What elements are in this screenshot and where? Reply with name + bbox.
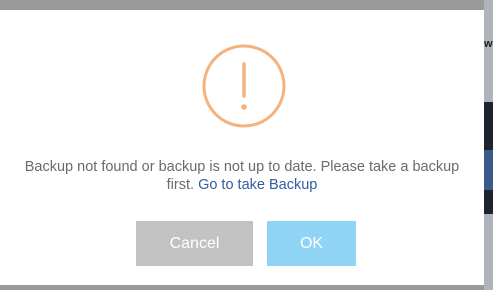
alert-dialog: Backup not found or backup is not up to …	[0, 10, 484, 285]
go-to-backup-link[interactable]: Go to take Backup	[198, 177, 317, 193]
exclamation-circle-icon	[202, 44, 286, 128]
cancel-button[interactable]: Cancel	[136, 221, 253, 266]
dialog-message: Backup not found or backup is not up to …	[20, 158, 464, 194]
ok-button[interactable]: OK	[267, 221, 356, 266]
background-text-fragment: w	[484, 38, 493, 50]
background-window-edge: w	[484, 0, 493, 290]
background-blue-panel	[484, 150, 493, 190]
